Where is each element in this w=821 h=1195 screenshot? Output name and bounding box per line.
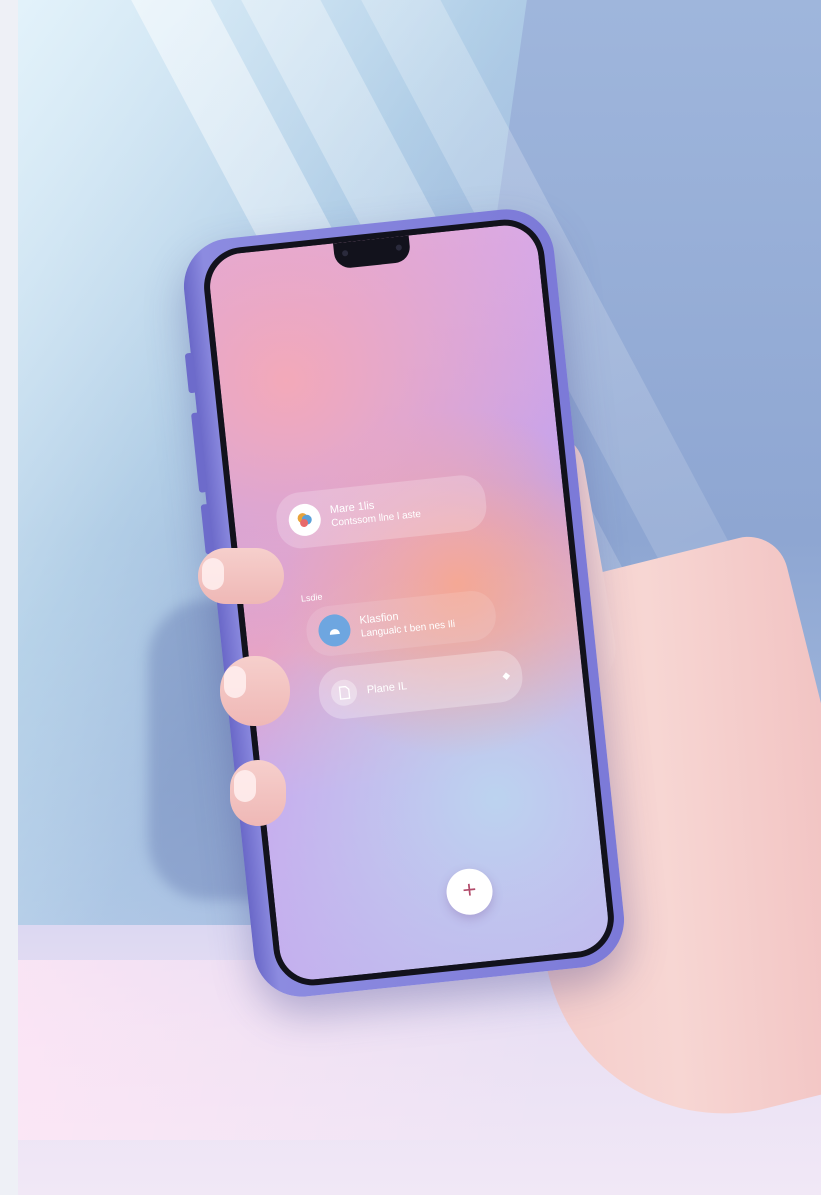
multicolor-app-icon — [287, 502, 323, 538]
fingernail — [234, 770, 256, 802]
section-label: Lsdie — [300, 591, 323, 604]
card-title: Plane IL — [366, 679, 408, 696]
finger-middle — [220, 656, 290, 726]
document-icon — [329, 678, 359, 708]
camera-icon — [395, 244, 403, 251]
fingernail — [224, 666, 246, 698]
fingernail — [202, 558, 224, 590]
sensor-icon — [341, 249, 349, 257]
blue-app-icon — [316, 612, 353, 649]
notification-card-2[interactable]: Klasfion Langualc t ben nes Ili — [304, 588, 499, 659]
notification-card-1[interactable]: Mare 1lis Contssom llne l aste — [273, 473, 489, 551]
add-button[interactable]: + — [444, 866, 495, 918]
finger-index — [198, 548, 284, 604]
finger-ring — [230, 760, 286, 826]
pin-icon[interactable]: ◆ — [502, 670, 511, 682]
notification-card-3[interactable]: Plane IL ◆ — [316, 648, 525, 722]
